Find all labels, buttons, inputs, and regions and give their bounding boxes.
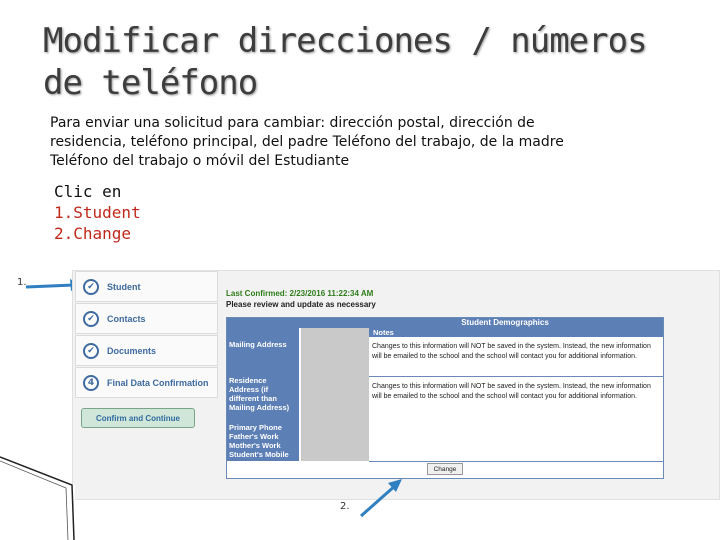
step-item: 2.Change bbox=[54, 224, 132, 243]
nav-label: Documents bbox=[107, 345, 157, 356]
field-label: Primary Phone bbox=[229, 423, 282, 432]
confirm-continue-button[interactable]: Confirm and Continue bbox=[81, 408, 195, 428]
check-icon: ✔ bbox=[83, 310, 99, 327]
nav-label: Contacts bbox=[107, 313, 146, 324]
check-icon: ✔ bbox=[83, 278, 99, 295]
change-button[interactable]: Change bbox=[427, 463, 463, 475]
note-mailing: Changes to this information will NOT be … bbox=[372, 343, 651, 360]
divider bbox=[369, 461, 663, 462]
check-icon: ✔ bbox=[83, 342, 99, 359]
app-screenshot: ✔ Student ✔ Contacts ✔ Documents 4 Final… bbox=[72, 270, 720, 500]
marker-2: 2. bbox=[340, 501, 350, 512]
wizard-nav: ✔ Student ✔ Contacts ✔ Documents 4 Final… bbox=[73, 271, 220, 428]
notes-header: Notes bbox=[369, 328, 663, 337]
field-label: Mailing Address bbox=[229, 340, 287, 349]
step-number-icon: 4 bbox=[83, 374, 99, 391]
divider bbox=[369, 376, 663, 377]
main-panel: Last Confirmed: 2/23/2016 11:22:34 AM Pl… bbox=[226, 289, 662, 309]
clic-label: Clic en bbox=[54, 182, 122, 201]
slide-title: Modificar direcciones / números de teléf… bbox=[43, 21, 648, 103]
demographics-table: Student Demographics Mailing Address Res… bbox=[226, 317, 664, 479]
demographics-header: Student Demographics bbox=[227, 318, 663, 328]
review-text: Please review and update as necessary bbox=[226, 300, 376, 309]
field-labels-column: Mailing Address Residence Address (if di… bbox=[227, 328, 299, 461]
nav-label: Final Data Confirmation bbox=[107, 377, 209, 388]
note-residence: Changes to this information will NOT be … bbox=[372, 383, 651, 400]
redacted-values bbox=[301, 328, 369, 461]
field-label: Mother's Work bbox=[229, 441, 281, 450]
corner-decoration bbox=[0, 455, 75, 540]
nav-item-contacts[interactable]: ✔ Contacts bbox=[75, 303, 218, 334]
step-item: 1.Student bbox=[54, 203, 141, 222]
slide-description: Para enviar una solicitud para cambiar: … bbox=[50, 115, 564, 169]
field-label: Student's Mobile bbox=[229, 450, 289, 459]
nav-item-student[interactable]: ✔ Student bbox=[75, 271, 218, 302]
last-confirmed: Last Confirmed: 2/23/2016 11:22:34 AM bbox=[226, 289, 374, 298]
nav-label: Student bbox=[107, 281, 141, 292]
field-label: Residence Address (if different than Mai… bbox=[229, 376, 290, 412]
arrow-2-icon bbox=[360, 479, 402, 518]
nav-item-final-confirmation[interactable]: 4 Final Data Confirmation bbox=[75, 367, 218, 398]
steps-list: 1.Student 2.Change bbox=[54, 202, 141, 244]
nav-item-documents[interactable]: ✔ Documents bbox=[75, 335, 218, 366]
field-label: Father's Work bbox=[229, 432, 279, 441]
